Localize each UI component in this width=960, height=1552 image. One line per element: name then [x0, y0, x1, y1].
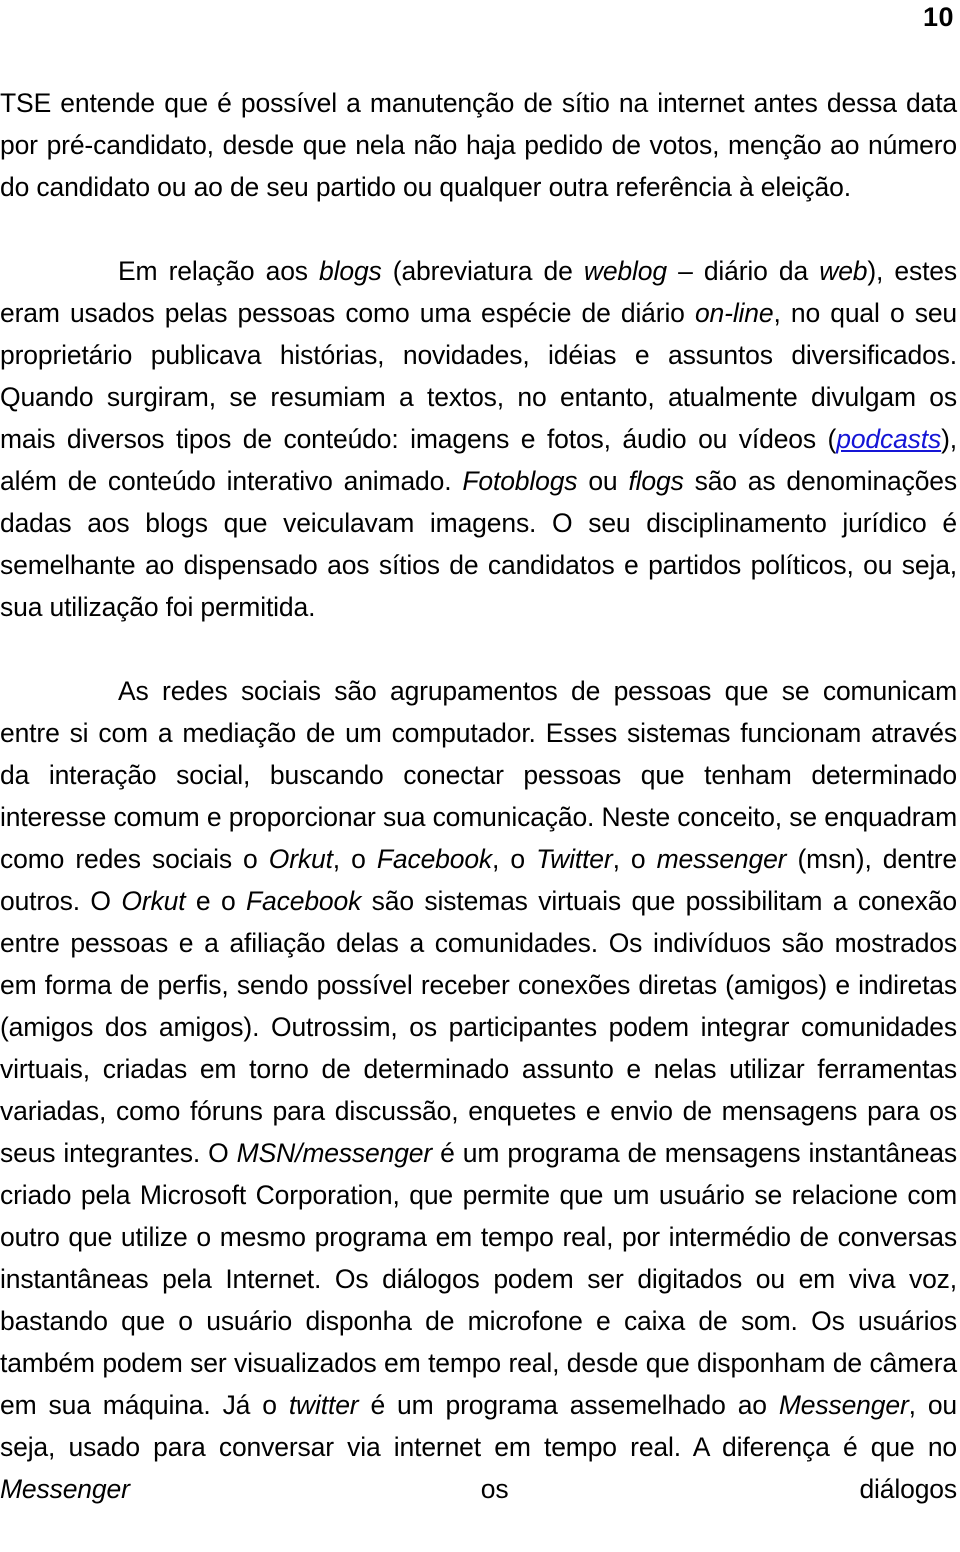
body-text: Em relação aos [118, 256, 320, 286]
body-text: – diário da [666, 256, 820, 286]
emphasis-text: weblog [583, 256, 667, 286]
body-text: são sistemas virtuais que possibilitam a… [0, 886, 957, 1168]
inline-link-podcasts[interactable]: podcasts [836, 424, 941, 454]
emphasis-text: blogs [319, 256, 382, 286]
paragraph-3: As redes sociais são agrupamentos de pes… [0, 670, 957, 1552]
document-body: TSE entende que é possível a manutenção … [0, 82, 957, 1552]
body-text: e o [185, 886, 247, 916]
emphasis-text: MSN/messenger [236, 1138, 433, 1168]
page-number: 10 [922, 2, 954, 32]
emphasis-text: Fotoblogs [462, 466, 578, 496]
body-text: , o [492, 844, 537, 874]
emphasis-text: Messenger [0, 1474, 130, 1504]
emphasis-text: Facebook [376, 844, 493, 874]
body-text: TSE entende que é possível a manutenção … [0, 88, 957, 202]
emphasis-text: Orkut [268, 844, 333, 874]
body-text: , o [612, 844, 657, 874]
body-text: é um programa assemelhado ao [358, 1390, 779, 1420]
document-page: 10 TSE entende que é possível a manutenç… [0, 0, 960, 1504]
emphasis-text: Orkut [121, 886, 186, 916]
body-text: (abreviatura de [381, 256, 584, 286]
emphasis-text: Twitter [536, 844, 613, 874]
body-text: , o [332, 844, 377, 874]
emphasis-text: web [819, 256, 868, 286]
emphasis-text: Messenger [778, 1390, 909, 1420]
body-text: os diálogos [129, 1474, 957, 1504]
paragraph-2: Em relação aos blogs (abreviatura de web… [0, 250, 957, 628]
emphasis-text: flogs [628, 466, 684, 496]
emphasis-text: on-line [694, 298, 774, 328]
emphasis-text: messenger [656, 844, 787, 874]
body-text: ou [577, 466, 629, 496]
body-text: é um programa de mensagens instantâneas … [0, 1138, 957, 1420]
paragraph-1: TSE entende que é possível a manutenção … [0, 82, 957, 208]
emphasis-text: Facebook [246, 886, 362, 916]
emphasis-text: twitter [288, 1390, 359, 1420]
